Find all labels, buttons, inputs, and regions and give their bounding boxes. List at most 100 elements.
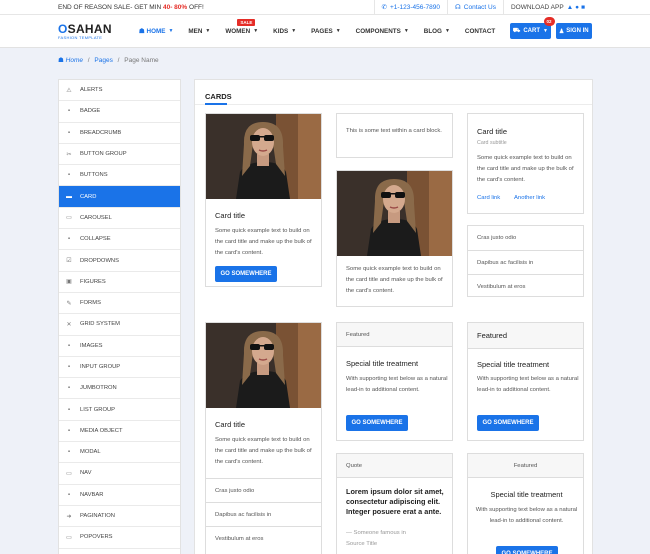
figures-icon: ▣ [66, 279, 72, 286]
sidebar-item-nav[interactable]: ▭ NAV [59, 463, 180, 485]
list-group-card: Cras justo odio Dapibus ac facilisis in … [467, 225, 584, 297]
another-link[interactable]: Another link [514, 195, 545, 201]
card-text: Some quick example text to build on the … [477, 155, 574, 183]
input-group-icon: ▪ [67, 364, 71, 370]
sidebar-item-card[interactable]: ▬ CARD [59, 186, 180, 208]
sidebar-item-list-group[interactable]: ▪ LIST GROUP [59, 399, 180, 421]
quote-footer: — Someone famous in Source Title [346, 530, 406, 547]
card-title: Card title [215, 211, 246, 220]
card-text: Some quick example text to build on the … [215, 228, 312, 256]
breadcrumb-separator: / [117, 57, 120, 64]
breadcrumb-pages[interactable]: Pages [94, 57, 112, 64]
alert-icon: ⚠ [66, 87, 72, 94]
nav-contact[interactable]: CONTACT [465, 28, 495, 35]
breadcrumb-home[interactable]: Home [66, 57, 83, 64]
android-icon[interactable]: ▲ [567, 4, 573, 11]
sidebar-item-figures[interactable]: ▣ FIGURES [59, 272, 180, 293]
list-item: Vestibulum at eros [206, 526, 321, 550]
sidebar-item-collapse[interactable]: ▪ COLLAPSE [59, 229, 180, 251]
phone-link[interactable]: ✆ +1-123-456-7890 [373, 0, 448, 15]
card-image [337, 171, 452, 256]
sidebar-item-modal[interactable]: ▪ MODAL [59, 442, 180, 464]
sidebar-item-popovers[interactable]: ▭ POPOVERS [59, 527, 180, 549]
top-bar: END OF REASON SALE- GET MIN 40- 80% OFF!… [0, 0, 650, 15]
go-somewhere-button[interactable]: GO SOMEWHERE [496, 546, 558, 554]
card-icon: ▬ [66, 193, 72, 200]
breadcrumb-separator: / [87, 57, 90, 64]
card-header: Featured [468, 454, 583, 478]
sidebar-item-label: NAV [80, 470, 92, 477]
section-title: CARDS [205, 92, 232, 101]
nav-men[interactable]: MEN ▼ [188, 28, 210, 35]
list-item: Dapibus ac facilisis in [206, 502, 321, 526]
card-link[interactable]: Card link [477, 195, 500, 201]
contact-link[interactable]: ☊ Contact Us [447, 0, 503, 15]
card-text: With supporting text below as a natural … [477, 376, 579, 393]
sale-badge: SALE [237, 18, 256, 26]
card-image [206, 114, 321, 199]
sidebar-item-buttons[interactable]: ▪ BUTTONS [59, 165, 180, 187]
nav-blog[interactable]: BLOG ▼ [424, 28, 450, 35]
main-nav: ☗ HOME ▼ MEN ▼ SALE WOMEN ▼ KIDS ▼ PAGES ▼ COMP… [139, 18, 510, 35]
sidebar-item-jumbotron[interactable]: ▪ JUMBOTRON [59, 378, 180, 400]
sidebar-item-label: IMAGES [80, 342, 103, 349]
quote-card: Quote Lorem ipsum dolor sit amet, consec… [336, 453, 453, 554]
card-text: Some quick example text to build on the … [215, 437, 312, 465]
sidebar-item-images[interactable]: ▪ IMAGES [59, 336, 180, 357]
sidebar-item-media-object[interactable]: ▪ MEDIA OBJECT [59, 421, 180, 443]
sidebar-item-pagination[interactable]: ➜ PAGINATION [59, 506, 180, 528]
nav-kids[interactable]: KIDS ▼ [273, 28, 296, 35]
sidebar-item-label: CARD [80, 193, 97, 200]
chevron-down-icon: ▼ [291, 28, 297, 34]
sidebar-item-forms[interactable]: ✎ FORMS [59, 293, 180, 315]
section-title-underline [205, 103, 227, 105]
sidebar-item-dropdowns[interactable]: ☑ DROPDOWNS [59, 250, 180, 272]
card-text: Some quick example text to build on the … [346, 266, 443, 294]
card-title: Card title [477, 127, 508, 136]
card-header: Featured [468, 323, 583, 349]
sidebar-item-grid-system[interactable]: ✕ GRID SYSTEM [59, 314, 180, 336]
sidebar-item-input-group[interactable]: ▪ INPUT GROUP [59, 357, 180, 379]
promo-text: END OF REASON SALE- GET MIN 40- 80% OFF! [58, 3, 204, 11]
nav-components[interactable]: COMPONENTS ▼ [356, 28, 409, 35]
sidebar-item-badge[interactable]: ▪ BADGE [59, 101, 180, 123]
card-text: This is some text within a card block. [346, 128, 442, 134]
apple-icon[interactable]: ● [575, 4, 579, 11]
sidebar-item-label: MEDIA OBJECT [80, 427, 123, 434]
breadcrumb-current: Page Name [124, 57, 159, 64]
windows-icon[interactable]: ■ [581, 4, 585, 11]
modal-icon: ▪ [67, 449, 71, 456]
card-subtitle: Card subtitle [477, 140, 507, 146]
sidebar-item-navbar[interactable]: ▪ NAVBAR [59, 485, 180, 506]
sidebar-item-alerts[interactable]: ⚠ ALERTS [59, 80, 180, 102]
go-somewhere-button[interactable]: GO SOMEWHERE [346, 415, 408, 431]
cart-button[interactable]: ⛟ CART ▼ 02 [510, 17, 555, 39]
go-somewhere-button[interactable]: GO SOMEWHERE [477, 415, 539, 431]
card-header: Quote [337, 454, 452, 478]
nav-icon: ▭ [66, 470, 72, 477]
go-somewhere-button[interactable]: GO SOMEWHERE [215, 266, 277, 282]
cart-count-badge: 02 [543, 17, 555, 26]
nav-home[interactable]: ☗ HOME ▼ [139, 28, 174, 35]
chevron-down-icon: ▼ [444, 28, 450, 34]
sidebar-item-button-group[interactable]: ✂ BUTTON GROUP [59, 144, 180, 166]
sidebar-item-label: LIST GROUP [80, 406, 116, 413]
sidebar-item-label: FORMS [80, 300, 101, 307]
list-item: Cras justo odio [477, 235, 517, 241]
nav-women[interactable]: SALE WOMEN ▼ [225, 18, 258, 35]
list-item: Dapibus ac facilisis in [468, 250, 583, 274]
sidebar-item-carousel[interactable]: ▭ CAROUSEL [59, 208, 180, 230]
popovers-icon: ▭ [66, 534, 72, 541]
button-group-icon: ✂ [66, 151, 72, 158]
user-icon: ♟ [558, 28, 565, 35]
logo[interactable]: OSAHAN FASHION TEMPLATE [58, 22, 133, 40]
sign-in-button[interactable]: ♟ SIGN IN [555, 23, 592, 39]
nav-pages[interactable]: PAGES ▼ [311, 28, 341, 35]
sidebar-item-label: NAVBAR [80, 491, 104, 498]
download-app-link[interactable]: DOWNLOAD APP ▲ ● ■ [502, 0, 592, 15]
card-image [206, 323, 321, 408]
image-card: Some quick example text to build on the … [336, 170, 453, 307]
sidebar-item-breadcrumb[interactable]: ▪ BREADCRUMB [59, 123, 180, 144]
home-icon[interactable]: ☗ [58, 57, 64, 64]
card-title: Special title treatment [346, 359, 419, 368]
